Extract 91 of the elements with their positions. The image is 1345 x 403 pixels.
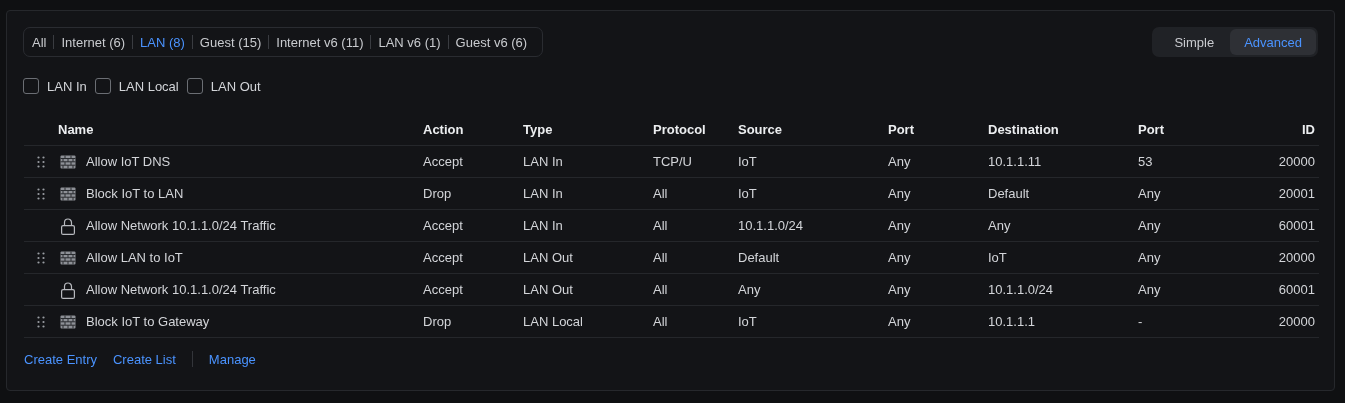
checkbox[interactable] (23, 78, 39, 94)
column-header: Name (58, 122, 95, 137)
column-header: Action (423, 122, 465, 137)
table-cell-text: 20000 (1277, 154, 1316, 169)
table-cell-text: Any (888, 250, 912, 265)
footer-link[interactable]: Manage (208, 351, 256, 367)
column-header: Destination (988, 122, 1060, 137)
table-cell-text: - (1138, 314, 1144, 329)
table-cell-text: Any (1138, 218, 1162, 233)
checkbox-label: LAN Local (118, 78, 179, 94)
filter-tab[interactable]: Internet (6) (54, 34, 133, 50)
table-cell-text: 10.1.1.0/24 (988, 282, 1055, 297)
table-cell-text: Any (888, 186, 912, 201)
table-cell-text: 10.1.1.1 (988, 314, 1036, 329)
table-cell-text: Default (988, 186, 1031, 201)
brick-wall-icon (60, 250, 76, 265)
view-toggle-option[interactable]: Simple (1154, 29, 1231, 55)
table-cell-text: LAN Out (523, 282, 574, 297)
brick-wall-icon (60, 154, 76, 169)
drag-handle-icon[interactable] (37, 251, 45, 264)
table-cell-text: 10.1.1.0/24 (738, 218, 805, 233)
table-cell-text: LAN Out (523, 250, 574, 265)
filter-tab[interactable]: Guest (15) (192, 34, 269, 50)
table-cell-text: IoT (738, 186, 758, 201)
checkbox[interactable] (186, 78, 203, 94)
column-header: Source (738, 122, 784, 137)
rule-name: Block IoT to Gateway (86, 314, 211, 329)
table-cell-text: Drop (423, 186, 453, 201)
table-cell-text: Accept (423, 218, 464, 233)
view-toggle-option[interactable]: Advanced (1230, 29, 1316, 55)
table-cell-text: 53 (1138, 154, 1154, 169)
table-cell-text: Accept (423, 154, 464, 169)
table-cell-text: LAN Local (523, 314, 584, 329)
filter-tab[interactable]: LAN (8) (133, 34, 192, 50)
checkbox-label: LAN Out (210, 78, 261, 94)
table-cell-text: 10.1.1.11 (988, 154, 1043, 169)
column-header: Port (888, 122, 915, 137)
footer-link[interactable]: Create List (113, 351, 176, 367)
lock-icon (59, 216, 77, 235)
table-cell-text: 20001 (1277, 186, 1316, 201)
table-cell-text: All (653, 186, 669, 201)
column-header: Port (1138, 122, 1165, 137)
table-cell-text: IoT (988, 250, 1008, 265)
column-header: Protocol (653, 122, 707, 137)
rule-name: Allow Network 10.1.1.0/24 Traffic (86, 218, 277, 233)
filter-tab[interactable]: All (32, 34, 54, 50)
table-cell-text: Any (738, 282, 762, 297)
table-cell-text: 20000 (1277, 250, 1316, 265)
table-cell-text: TCP/U (653, 154, 693, 169)
drag-handle-icon[interactable] (37, 187, 45, 200)
table-cell-text: 60001 (1277, 282, 1316, 297)
column-header: ID (1301, 122, 1316, 137)
drag-handle-icon[interactable] (37, 155, 45, 168)
table-cell-text: LAN In (523, 154, 564, 169)
table-cell-text: All (653, 250, 669, 265)
table-cell-text: Any (1138, 250, 1162, 265)
table-cell-text: Any (888, 282, 912, 297)
drag-handle-icon[interactable] (37, 315, 45, 328)
table-cell-text: 20000 (1277, 314, 1316, 329)
table-cell-text: Any (888, 218, 912, 233)
rule-name: Allow IoT DNS (86, 154, 172, 169)
checkbox[interactable] (94, 78, 111, 94)
filter-tab[interactable]: Guest v6 (6) (448, 34, 535, 50)
table-cell-text: IoT (738, 314, 758, 329)
brick-wall-icon (60, 186, 76, 201)
column-header: Type (523, 122, 554, 137)
footer-link[interactable]: Create Entry (24, 351, 97, 367)
table-cell-text: Any (1138, 186, 1162, 201)
table-cell-text: LAN In (523, 186, 564, 201)
checkbox-label: LAN In (47, 78, 87, 94)
lock-icon (59, 280, 77, 299)
filter-tab[interactable]: LAN v6 (1) (371, 34, 448, 50)
table-cell-text: Accept (423, 282, 464, 297)
table-cell-text: Any (988, 218, 1012, 233)
table-cell-text: All (653, 314, 669, 329)
table-cell-text: Default (738, 250, 781, 265)
filter-tab[interactable]: Internet v6 (11) (269, 34, 371, 50)
table-cell-text: LAN In (523, 218, 564, 233)
rule-name: Allow Network 10.1.1.0/24 Traffic (86, 282, 277, 297)
brick-wall-icon (60, 314, 76, 329)
table-cell-text: Accept (423, 250, 464, 265)
table-cell-text: Any (888, 154, 912, 169)
table-cell-text: 60001 (1277, 218, 1316, 233)
table-cell-text: IoT (738, 154, 758, 169)
table-cell-text: All (653, 218, 669, 233)
table-cell-text: All (653, 282, 669, 297)
rule-name: Block IoT to LAN (86, 186, 185, 201)
table-cell-text: Drop (423, 314, 453, 329)
table-cell-text: Any (1138, 282, 1162, 297)
rule-name: Allow LAN to IoT (86, 250, 184, 265)
table-cell-text: Any (888, 314, 912, 329)
